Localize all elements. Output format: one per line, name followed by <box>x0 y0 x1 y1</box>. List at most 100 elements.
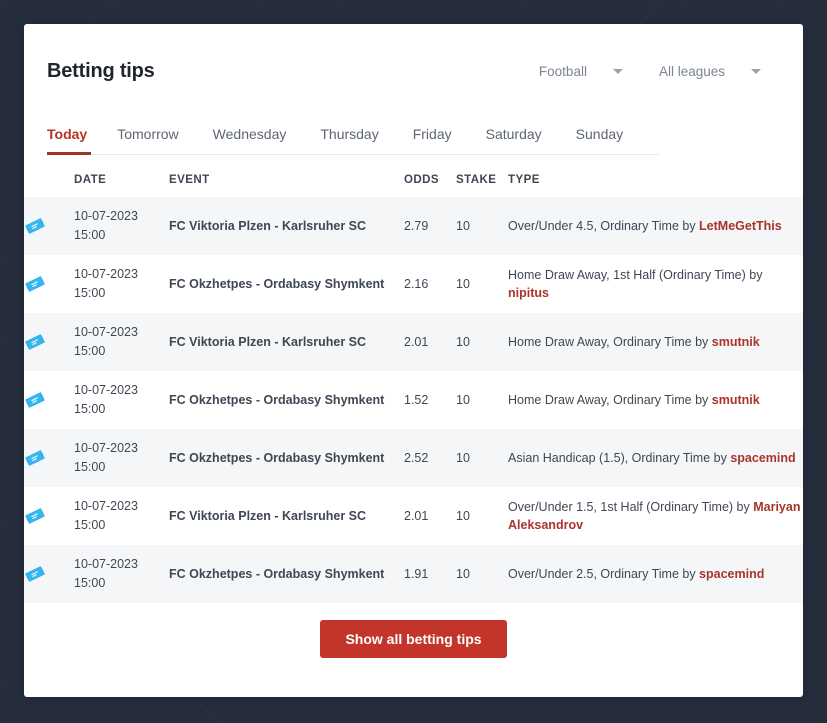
cell-odds: 1.91 <box>404 545 456 603</box>
row-icon-cell <box>24 313 74 371</box>
table-header: DATE EVENT ODDS STAKE TYPE <box>24 174 803 197</box>
cell-event[interactable]: FC Okzhetpes - Ordabasy Shymkent <box>169 255 404 313</box>
cell-odds: 2.01 <box>404 313 456 371</box>
row-icon-cell <box>24 487 74 545</box>
row-icon-cell <box>24 197 74 255</box>
bet-type-text: Home Draw Away, 1st Half (Ordinary Time)… <box>508 268 762 282</box>
event-date: 10-07-2023 <box>74 497 169 516</box>
cell-event[interactable]: FC Okzhetpes - Ordabasy Shymkent <box>169 545 404 603</box>
ticket-icon <box>24 273 46 295</box>
event-date: 10-07-2023 <box>74 381 169 400</box>
tips-table-wrap: DATE EVENT ODDS STAKE TYPE 10-07-202315:… <box>24 174 803 603</box>
row-icon-cell <box>24 545 74 603</box>
bet-type-text: Home Draw Away, Ordinary Time by <box>508 335 712 349</box>
cell-date: 10-07-202315:00 <box>74 197 169 255</box>
tipster-link[interactable]: spacemind <box>730 451 795 465</box>
league-select-label: All leagues <box>659 64 725 79</box>
table-row[interactable]: 10-07-202315:00FC Viktoria Plzen - Karls… <box>24 487 803 545</box>
tab-today[interactable]: Today <box>47 126 107 155</box>
table-row[interactable]: 10-07-202315:00FC Okzhetpes - Ordabasy S… <box>24 255 803 313</box>
event-date: 10-07-2023 <box>74 207 169 226</box>
event-time: 15:00 <box>74 458 169 477</box>
event-time: 15:00 <box>74 342 169 361</box>
table-row[interactable]: 10-07-202315:00FC Okzhetpes - Ordabasy S… <box>24 371 803 429</box>
column-header-odds: ODDS <box>404 174 456 197</box>
chevron-down-icon <box>751 69 761 74</box>
cell-odds: 2.79 <box>404 197 456 255</box>
bet-type-text: Over/Under 1.5, 1st Half (Ordinary Time)… <box>508 500 753 514</box>
tipster-link[interactable]: LetMeGetThis <box>699 219 782 233</box>
cell-stake: 10 <box>456 429 508 487</box>
tab-sunday[interactable]: Sunday <box>576 126 647 155</box>
tips-table: DATE EVENT ODDS STAKE TYPE 10-07-202315:… <box>24 174 803 603</box>
tipster-link[interactable]: nipitus <box>508 286 549 300</box>
event-date: 10-07-2023 <box>74 323 169 342</box>
event-time: 15:00 <box>74 574 169 593</box>
cell-event[interactable]: FC Okzhetpes - Ordabasy Shymkent <box>169 371 404 429</box>
tabs-container: Today Tomorrow Wednesday Thursday Friday Satu… <box>47 126 779 155</box>
ticket-icon <box>24 331 46 353</box>
event-time: 15:00 <box>74 400 169 419</box>
card-header: Betting tips Football All leagues <box>24 24 803 104</box>
tab-saturday[interactable]: Saturday <box>486 126 566 155</box>
cell-stake: 10 <box>456 487 508 545</box>
bet-type-text: Over/Under 4.5, Ordinary Time by <box>508 219 699 233</box>
bet-type-text: Asian Handicap (1.5), Ordinary Time by <box>508 451 730 465</box>
cell-date: 10-07-202315:00 <box>74 255 169 313</box>
card-footer: Show all betting tips <box>24 603 803 658</box>
table-body: 10-07-202315:00FC Viktoria Plzen - Karls… <box>24 197 803 603</box>
bet-type-text: Home Draw Away, Ordinary Time by <box>508 393 712 407</box>
cell-date: 10-07-202315:00 <box>74 545 169 603</box>
tipster-link[interactable]: smutnik <box>712 335 760 349</box>
tab-friday[interactable]: Friday <box>413 126 476 155</box>
sport-select[interactable]: Football <box>539 64 623 79</box>
sport-select-label: Football <box>539 64 587 79</box>
cell-stake: 10 <box>456 545 508 603</box>
cell-event[interactable]: FC Viktoria Plzen - Karlsruher SC <box>169 197 404 255</box>
table-row[interactable]: 10-07-202315:00FC Viktoria Plzen - Karls… <box>24 197 803 255</box>
tipster-link[interactable]: spacemind <box>699 567 764 581</box>
column-header-icon <box>24 174 74 197</box>
cell-event[interactable]: FC Viktoria Plzen - Karlsruher SC <box>169 313 404 371</box>
show-all-betting-tips-button[interactable]: Show all betting tips <box>320 620 506 658</box>
table-row[interactable]: 10-07-202315:00FC Okzhetpes - Ordabasy S… <box>24 545 803 603</box>
cell-event[interactable]: FC Viktoria Plzen - Karlsruher SC <box>169 487 404 545</box>
cell-date: 10-07-202315:00 <box>74 313 169 371</box>
cell-type: Home Draw Away, 1st Half (Ordinary Time)… <box>508 255 803 313</box>
tab-tomorrow[interactable]: Tomorrow <box>117 126 202 155</box>
cell-stake: 10 <box>456 197 508 255</box>
row-icon-cell <box>24 255 74 313</box>
cell-date: 10-07-202315:00 <box>74 429 169 487</box>
league-select[interactable]: All leagues <box>659 64 761 79</box>
cell-type: Home Draw Away, Ordinary Time by smutnik <box>508 313 803 371</box>
cell-odds: 1.52 <box>404 371 456 429</box>
event-date: 10-07-2023 <box>74 439 169 458</box>
tab-wednesday[interactable]: Wednesday <box>213 126 311 155</box>
cell-odds: 2.01 <box>404 487 456 545</box>
column-header-event: EVENT <box>169 174 404 197</box>
column-header-date: DATE <box>74 174 169 197</box>
tipster-link[interactable]: smutnik <box>712 393 760 407</box>
column-header-type: TYPE <box>508 174 803 197</box>
cell-type: Over/Under 2.5, Ordinary Time by spacemi… <box>508 545 803 603</box>
cell-event[interactable]: FC Okzhetpes - Ordabasy Shymkent <box>169 429 404 487</box>
cell-stake: 10 <box>456 313 508 371</box>
table-row[interactable]: 10-07-202315:00FC Okzhetpes - Ordabasy S… <box>24 429 803 487</box>
ticket-icon <box>24 215 46 237</box>
table-row[interactable]: 10-07-202315:00FC Viktoria Plzen - Karls… <box>24 313 803 371</box>
cell-date: 10-07-202315:00 <box>74 487 169 545</box>
cell-type: Asian Handicap (1.5), Ordinary Time by s… <box>508 429 803 487</box>
page-title: Betting tips <box>47 46 155 83</box>
cell-type: Over/Under 1.5, 1st Half (Ordinary Time)… <box>508 487 803 545</box>
header-controls: Football All leagues <box>539 50 779 79</box>
cell-date: 10-07-202315:00 <box>74 371 169 429</box>
event-time: 15:00 <box>74 284 169 303</box>
event-date: 10-07-2023 <box>74 555 169 574</box>
chevron-down-icon <box>613 69 623 74</box>
ticket-icon <box>24 447 46 469</box>
cell-type: Home Draw Away, Ordinary Time by smutnik <box>508 371 803 429</box>
betting-tips-card: Betting tips Football All leagues TodayT… <box>24 24 803 697</box>
tab-thursday[interactable]: Thursday <box>320 126 402 155</box>
column-header-stake: STAKE <box>456 174 508 197</box>
day-tabs: Today Tomorrow Wednesday Thursday Friday Satu… <box>47 126 779 155</box>
